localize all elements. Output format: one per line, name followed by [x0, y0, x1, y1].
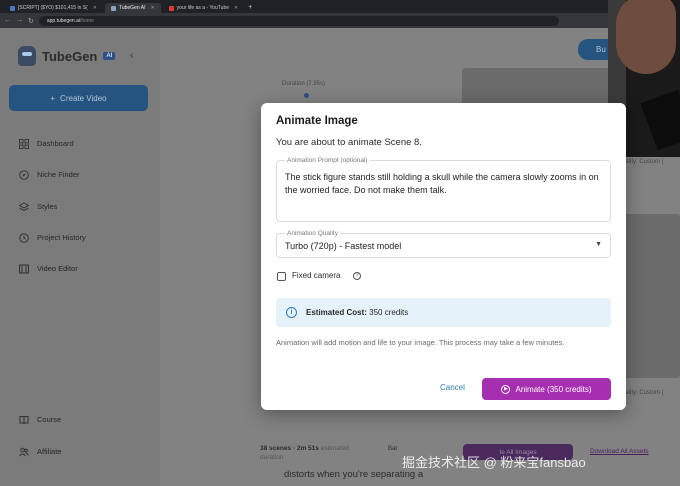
sidebar-item-project-history[interactable]: Project History — [18, 232, 86, 243]
quality-note: uality: Custom ( — [622, 390, 664, 396]
browser-tab-active[interactable]: TubeGen AI ✕ — [104, 3, 161, 13]
fixed-camera-checkbox[interactable] — [277, 272, 286, 281]
animation-quality-value: Turbo (720p) - Fastest model — [285, 241, 402, 251]
close-tab-icon[interactable]: ✕ — [234, 5, 238, 11]
quality-note: uality: Custom ( — [622, 159, 664, 165]
watermark: 掘金技术社区 @ 粉来宝fansbao — [402, 455, 586, 470]
sidebar-item-label: Affiliate — [37, 447, 62, 456]
animation-prompt-value[interactable]: The stick figure stands still holding a … — [285, 171, 607, 197]
tubegen-logo-icon — [18, 46, 36, 66]
sidebar-item-course[interactable]: Course — [18, 414, 61, 425]
webcam-person — [616, 0, 676, 74]
sidebar-item-label: Project History — [37, 233, 86, 242]
grid-icon — [18, 138, 29, 149]
create-video-button[interactable]: + Create Video — [9, 85, 148, 111]
book-icon — [18, 414, 29, 425]
scenes-count: 38 scenes · 2m 51s — [260, 445, 319, 452]
duration-label: Duration (7.95s) — [282, 81, 326, 87]
animate-image-dialog: Animate Image You are about to animate S… — [261, 103, 626, 410]
estimated-cost-text: Estimated Cost: 350 credits — [306, 308, 408, 317]
animation-quality-select[interactable]: Animation Quality Turbo (720p) - Fastest… — [276, 230, 611, 258]
animation-prompt-field[interactable]: Animation Prompt (optional) The stick fi… — [276, 157, 611, 222]
sidebar-item-label: Video Editor — [37, 264, 78, 273]
url-path: /home — [79, 17, 94, 24]
scene-image[interactable] — [622, 214, 680, 378]
tab-favicon-icon — [110, 5, 116, 11]
back-icon[interactable]: ← — [4, 17, 11, 24]
help-icon[interactable]: ? — [353, 272, 361, 280]
sidebar-item-label: Styles — [37, 202, 58, 211]
url-host: app.tubegen.ai — [46, 17, 80, 24]
close-tab-icon[interactable]: ✕ — [93, 5, 97, 11]
sidebar: TubeGen AI ‹ + Create Video Dashboard Ni… — [0, 28, 160, 486]
animation-prompt-label: Animation Prompt (optional) — [285, 157, 370, 164]
animation-info-text: Animation will add motion and life to yo… — [276, 338, 565, 347]
close-tab-icon[interactable]: ✕ — [150, 5, 154, 11]
sidebar-item-label: Course — [37, 415, 62, 424]
animate-button[interactable]: ▶ Animate (350 credits) — [482, 378, 611, 400]
forward-icon[interactable]: → — [16, 17, 23, 24]
film-icon — [18, 263, 29, 274]
tab-favicon-icon — [10, 5, 15, 11]
reload-icon[interactable]: ↻ — [28, 17, 34, 25]
ai-badge: AI — [103, 52, 116, 60]
duration-slider[interactable] — [304, 93, 309, 98]
plus-icon: + — [50, 93, 56, 103]
new-tab-icon[interactable]: + — [248, 3, 252, 13]
animation-quality-label: Animation Quality — [285, 230, 340, 237]
webcam-shadow — [640, 89, 680, 151]
cancel-button[interactable]: Cancel — [440, 383, 465, 392]
tab-label: your life as a - YouTube — [176, 5, 230, 11]
download-all-assets-link[interactable]: Download All Assets — [590, 448, 649, 455]
caret-down-icon: ▼ — [595, 241, 602, 248]
tab-label: TubeGen AI — [118, 5, 146, 11]
browser-tab-bar: [SCRIPT] ($YO) $101,415 in S( ✕ TubeGen … — [0, 0, 680, 13]
browser-tab[interactable]: your life as a - YouTube ✕ — [163, 3, 245, 13]
brand[interactable]: TubeGen AI — [18, 46, 116, 66]
create-video-label: Create Video — [60, 93, 107, 103]
sidebar-item-styles[interactable]: Styles — [18, 201, 57, 212]
users-icon — [18, 446, 29, 457]
address-bar[interactable]: app.tubegen.ai/home — [38, 15, 559, 26]
batch-button[interactable]: Bat — [388, 446, 397, 452]
sidebar-item-label: Dashboard — [37, 139, 74, 148]
info-icon: i — [286, 307, 297, 318]
brand-name: TubeGen — [42, 48, 98, 64]
dialog-subtitle: You are about to animate Scene 8. — [276, 137, 422, 148]
layers-icon — [18, 201, 29, 212]
browser-toolbar: ← → ↻ app.tubegen.ai/home — [0, 13, 680, 28]
dialog-title: Animate Image — [276, 115, 358, 127]
estimated-cost-label: Estimated Cost: — [306, 308, 367, 317]
animate-button-label: Animate (350 credits) — [515, 384, 592, 394]
scenes-summary: 38 scenes · 2m 51s estimated duration — [260, 444, 370, 462]
sidebar-item-label: Niche Finder — [37, 170, 80, 179]
history-icon — [18, 232, 29, 243]
compass-icon — [18, 169, 29, 180]
sidebar-item-video-editor[interactable]: Video Editor — [18, 263, 78, 274]
sidebar-item-dashboard[interactable]: Dashboard — [18, 138, 74, 149]
fixed-camera-label[interactable]: Fixed camera — [292, 271, 340, 280]
tab-label: [SCRIPT] ($YO) $101,415 in S( — [18, 5, 88, 11]
estimated-cost-box: i Estimated Cost: 350 credits — [276, 298, 611, 327]
tab-favicon-icon — [168, 5, 174, 11]
browser-tab[interactable]: [SCRIPT] ($YO) $101,415 in S( ✕ — [4, 3, 103, 13]
sidebar-item-niche-finder[interactable]: Niche Finder — [18, 169, 80, 180]
play-icon: ▶ — [501, 384, 511, 394]
chevron-left-icon[interactable]: ‹ — [130, 50, 133, 61]
estimated-cost-value: 350 credits — [369, 308, 409, 317]
sidebar-item-affiliate[interactable]: Affiliate — [18, 446, 61, 457]
